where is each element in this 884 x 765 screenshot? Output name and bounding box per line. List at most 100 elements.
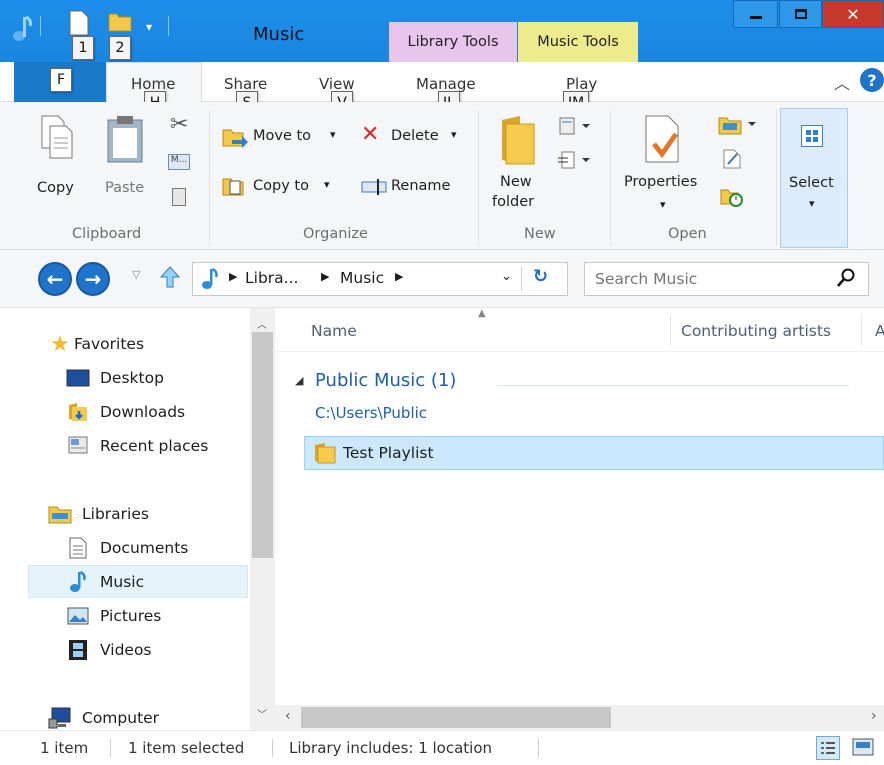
breadcrumb-libraries[interactable]: Libra... bbox=[245, 269, 298, 287]
status-item-count: 1 item bbox=[40, 739, 89, 757]
open-icon[interactable] bbox=[718, 114, 758, 140]
column-divider bbox=[861, 314, 862, 346]
nav-libraries[interactable]: Libraries bbox=[48, 498, 149, 530]
scroll-up-icon[interactable]: ︿ bbox=[257, 316, 267, 331]
column-contributing-artists[interactable]: Contributing artists bbox=[681, 322, 831, 340]
maximize-button[interactable] bbox=[779, 0, 822, 28]
copy-to-button[interactable]: Copy to ▾ bbox=[220, 172, 344, 200]
star-icon: ★ bbox=[50, 331, 70, 357]
help-icon[interactable]: ? bbox=[860, 68, 884, 92]
move-to-label: Move to bbox=[253, 128, 312, 144]
forward-button[interactable]: → bbox=[76, 262, 110, 296]
details-view-icon[interactable] bbox=[816, 736, 840, 760]
nav-documents[interactable]: Documents bbox=[66, 532, 188, 564]
column-name[interactable]: Name bbox=[311, 322, 357, 340]
nav-music[interactable]: Music bbox=[66, 566, 144, 598]
paste-shortcut-icon[interactable] bbox=[172, 188, 186, 206]
search-box[interactable] bbox=[584, 262, 869, 296]
breadcrumb-separator-icon: ▶ bbox=[395, 270, 404, 283]
nav-desktop[interactable]: Desktop bbox=[66, 362, 164, 394]
search-input[interactable] bbox=[595, 267, 825, 291]
up-arrow-icon[interactable] bbox=[159, 266, 181, 292]
qat-separator bbox=[168, 16, 169, 36]
content-hscroll-thumb[interactable] bbox=[301, 707, 611, 728]
search-icon[interactable] bbox=[837, 268, 855, 292]
qat-separator bbox=[40, 16, 41, 36]
properties-label: Properties bbox=[624, 174, 698, 190]
select-dropdown-icon: ▾ bbox=[809, 197, 815, 210]
collapse-ribbon-icon[interactable]: ︿ bbox=[834, 70, 850, 94]
back-button[interactable]: ← bbox=[38, 262, 72, 296]
nav-scrollbar[interactable]: ︿ ﹀ bbox=[250, 308, 275, 730]
column-divider bbox=[670, 314, 671, 346]
address-bar[interactable]: ▶ Libra... ▶ Music ▶ ⌄ ↻ bbox=[192, 262, 568, 296]
select-button[interactable]: Select ▾ bbox=[780, 108, 848, 248]
content-hscrollbar[interactable]: ‹ › bbox=[275, 705, 884, 730]
ribbon: Copy Paste ✂ M... Clipboard Move to ▾ Co… bbox=[0, 102, 884, 250]
keytip-file: F bbox=[50, 68, 72, 92]
paste-label: Paste bbox=[105, 180, 145, 196]
history-icon[interactable] bbox=[720, 186, 744, 212]
nav-favorites[interactable]: ★ Favorites bbox=[48, 328, 144, 360]
move-to-button[interactable]: Move to ▾ bbox=[220, 122, 344, 150]
status-separator bbox=[272, 739, 273, 757]
back-arrow-icon: ← bbox=[46, 267, 64, 291]
rename-button[interactable]: Rename bbox=[359, 172, 469, 200]
list-item[interactable]: Test Playlist bbox=[304, 436, 884, 470]
new-group-label: New bbox=[524, 226, 556, 242]
copy-path-icon[interactable]: M... bbox=[168, 154, 190, 170]
column-album[interactable]: A bbox=[875, 322, 884, 340]
delete-label: Delete bbox=[391, 128, 439, 144]
copy-button[interactable]: Copy bbox=[32, 110, 90, 202]
nav-documents-label: Documents bbox=[100, 539, 189, 557]
refresh-icon[interactable]: ↻ bbox=[533, 266, 548, 287]
column-header-row: ▲ Name Contributing artists A bbox=[275, 308, 884, 352]
new-folder-label-2: folder bbox=[492, 194, 535, 210]
group-separator bbox=[209, 110, 210, 246]
breadcrumb-separator-icon: ▶ bbox=[321, 270, 330, 283]
new-item-icon[interactable] bbox=[558, 116, 594, 140]
keytip-qat-2: 2 bbox=[109, 36, 131, 60]
nav-libraries-label: Libraries bbox=[82, 505, 149, 523]
nav-downloads[interactable]: Downloads bbox=[66, 396, 185, 428]
properties-button[interactable]: Properties ▾ bbox=[618, 110, 710, 216]
collapse-group-icon[interactable]: ◢ bbox=[295, 374, 303, 387]
cut-icon[interactable]: ✂ bbox=[170, 112, 188, 137]
move-to-dropdown-icon: ▾ bbox=[330, 128, 336, 141]
new-folder-qat-icon[interactable] bbox=[108, 10, 132, 36]
breadcrumb-music[interactable]: Music bbox=[340, 269, 384, 287]
nav-videos[interactable]: Videos bbox=[66, 634, 152, 666]
paste-button[interactable]: Paste bbox=[100, 110, 156, 202]
music-tools-context: Music Tools bbox=[518, 22, 638, 62]
copy-to-label: Copy to bbox=[253, 178, 309, 194]
address-dropdown-icon[interactable]: ⌄ bbox=[501, 269, 512, 284]
minimize-button[interactable] bbox=[733, 0, 778, 28]
clipboard-group-label: Clipboard bbox=[72, 226, 142, 242]
close-icon: ✕ bbox=[846, 4, 860, 24]
edit-icon[interactable] bbox=[722, 148, 742, 174]
status-bar: 1 item 1 item selected Library includes:… bbox=[0, 730, 884, 765]
scroll-down-icon[interactable]: ﹀ bbox=[257, 706, 267, 721]
nav-music-label: Music bbox=[100, 573, 145, 591]
downloads-icon bbox=[66, 401, 90, 423]
computer-icon bbox=[48, 707, 72, 729]
scroll-right-icon[interactable]: › bbox=[871, 708, 877, 724]
close-button[interactable]: ✕ bbox=[822, 0, 884, 28]
group-header[interactable]: ◢ Public Music (1) bbox=[275, 368, 884, 396]
nav-pictures[interactable]: Pictures bbox=[66, 600, 161, 632]
customize-qat-icon[interactable]: ▾ bbox=[146, 20, 152, 34]
nav-favorites-label: Favorites bbox=[74, 335, 145, 353]
copy-icon bbox=[40, 114, 74, 164]
recent-locations-icon[interactable]: ▽ bbox=[132, 268, 140, 281]
properties-icon bbox=[642, 114, 684, 170]
delete-dropdown-icon: ▾ bbox=[451, 128, 457, 141]
minimize-icon bbox=[749, 15, 762, 19]
music-note-icon bbox=[66, 570, 90, 593]
easy-access-icon[interactable] bbox=[558, 150, 594, 174]
new-folder-button[interactable]: New folder bbox=[486, 110, 552, 216]
nav-scroll-thumb[interactable] bbox=[252, 332, 273, 558]
scroll-left-icon[interactable]: ‹ bbox=[285, 708, 291, 724]
delete-button[interactable]: ✕ Delete ▾ bbox=[359, 122, 469, 150]
large-icons-view-icon[interactable] bbox=[852, 737, 874, 761]
nav-recent-places[interactable]: Recent places bbox=[66, 430, 208, 462]
